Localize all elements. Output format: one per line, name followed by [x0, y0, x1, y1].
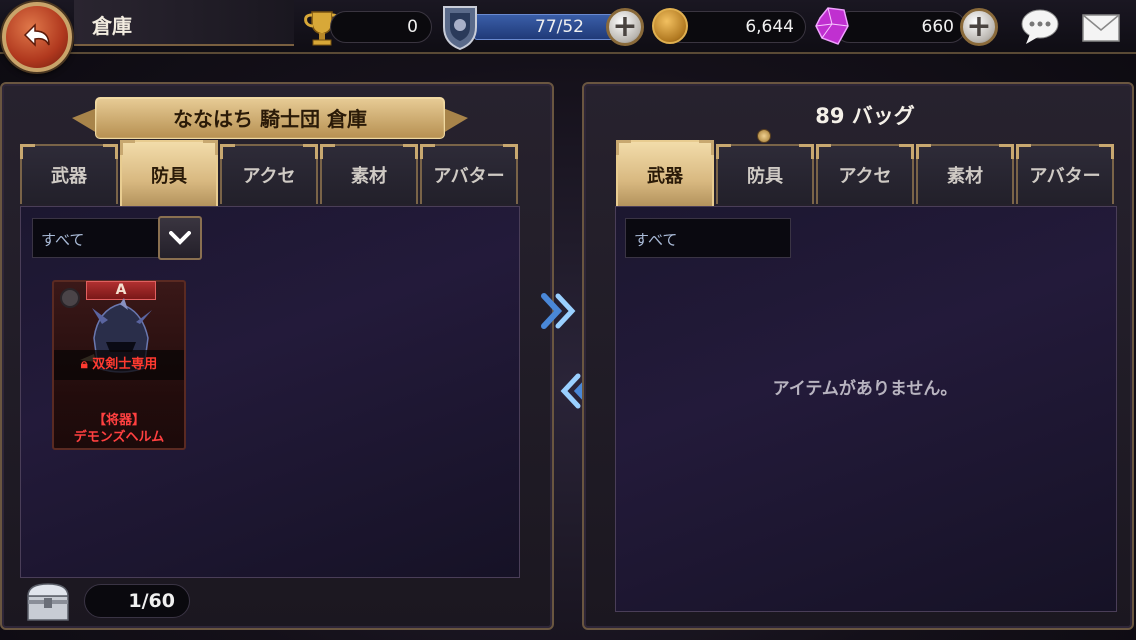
shield-icon	[443, 6, 477, 51]
guild-storage-title: ななはち 騎士団 倉庫	[173, 107, 367, 131]
left-tab-avatar[interactable]: アバター	[420, 144, 518, 204]
item-name: 【将器】 デモンズヘルム	[73, 413, 165, 445]
left-tab-weapon[interactable]: 武器	[20, 144, 118, 204]
transfer-right-arrow-icon[interactable]	[540, 292, 578, 330]
chevron-down-icon	[169, 231, 191, 245]
gold-coin-icon	[652, 8, 688, 44]
left-filter-select[interactable]: すべて	[32, 218, 164, 258]
back-button[interactable]	[2, 2, 72, 72]
bag-item-list	[615, 206, 1117, 612]
chat-icon[interactable]	[1020, 8, 1060, 46]
right-tab-accessory[interactable]: アクセ	[816, 144, 914, 204]
bag-count: 89 バッグ	[815, 104, 915, 128]
mail-icon[interactable]	[1082, 14, 1120, 42]
back-arrow-icon	[23, 23, 50, 47]
right-tab-avatar[interactable]: アバター	[1016, 144, 1114, 204]
trophy-count: 0	[407, 17, 418, 37]
item-select-checkbox[interactable]	[60, 288, 80, 308]
left-filter-dropdown-button[interactable]	[158, 216, 202, 260]
gold-value: 6,644	[745, 17, 794, 37]
right-filter-select[interactable]: すべて	[625, 218, 791, 258]
pin-icon	[757, 129, 771, 143]
right-tab-armor[interactable]: 防具	[716, 144, 814, 204]
empty-message: アイテムがありません。	[772, 379, 958, 399]
left-tab-armor[interactable]: 防具	[120, 140, 218, 216]
page-title: 倉庫	[92, 14, 132, 38]
stamina-value: 77/52	[535, 17, 584, 37]
chest-icon	[27, 583, 69, 621]
storage-capacity: 1/60	[84, 584, 190, 618]
left-tab-accessory[interactable]: アクセ	[220, 144, 318, 204]
left-tab-material[interactable]: 素材	[320, 144, 418, 204]
right-tab-weapon[interactable]: 武器	[616, 140, 714, 216]
item-class-restriction: 🔒︎ 双剣士専用	[54, 350, 184, 380]
add-stamina-button[interactable]: +	[606, 8, 644, 46]
lock-icon: 🔒︎	[80, 357, 88, 372]
gem-value: 660	[921, 17, 954, 37]
right-tab-material[interactable]: 素材	[916, 144, 1014, 204]
gem-icon	[815, 7, 849, 45]
add-gem-button[interactable]: +	[960, 8, 998, 46]
